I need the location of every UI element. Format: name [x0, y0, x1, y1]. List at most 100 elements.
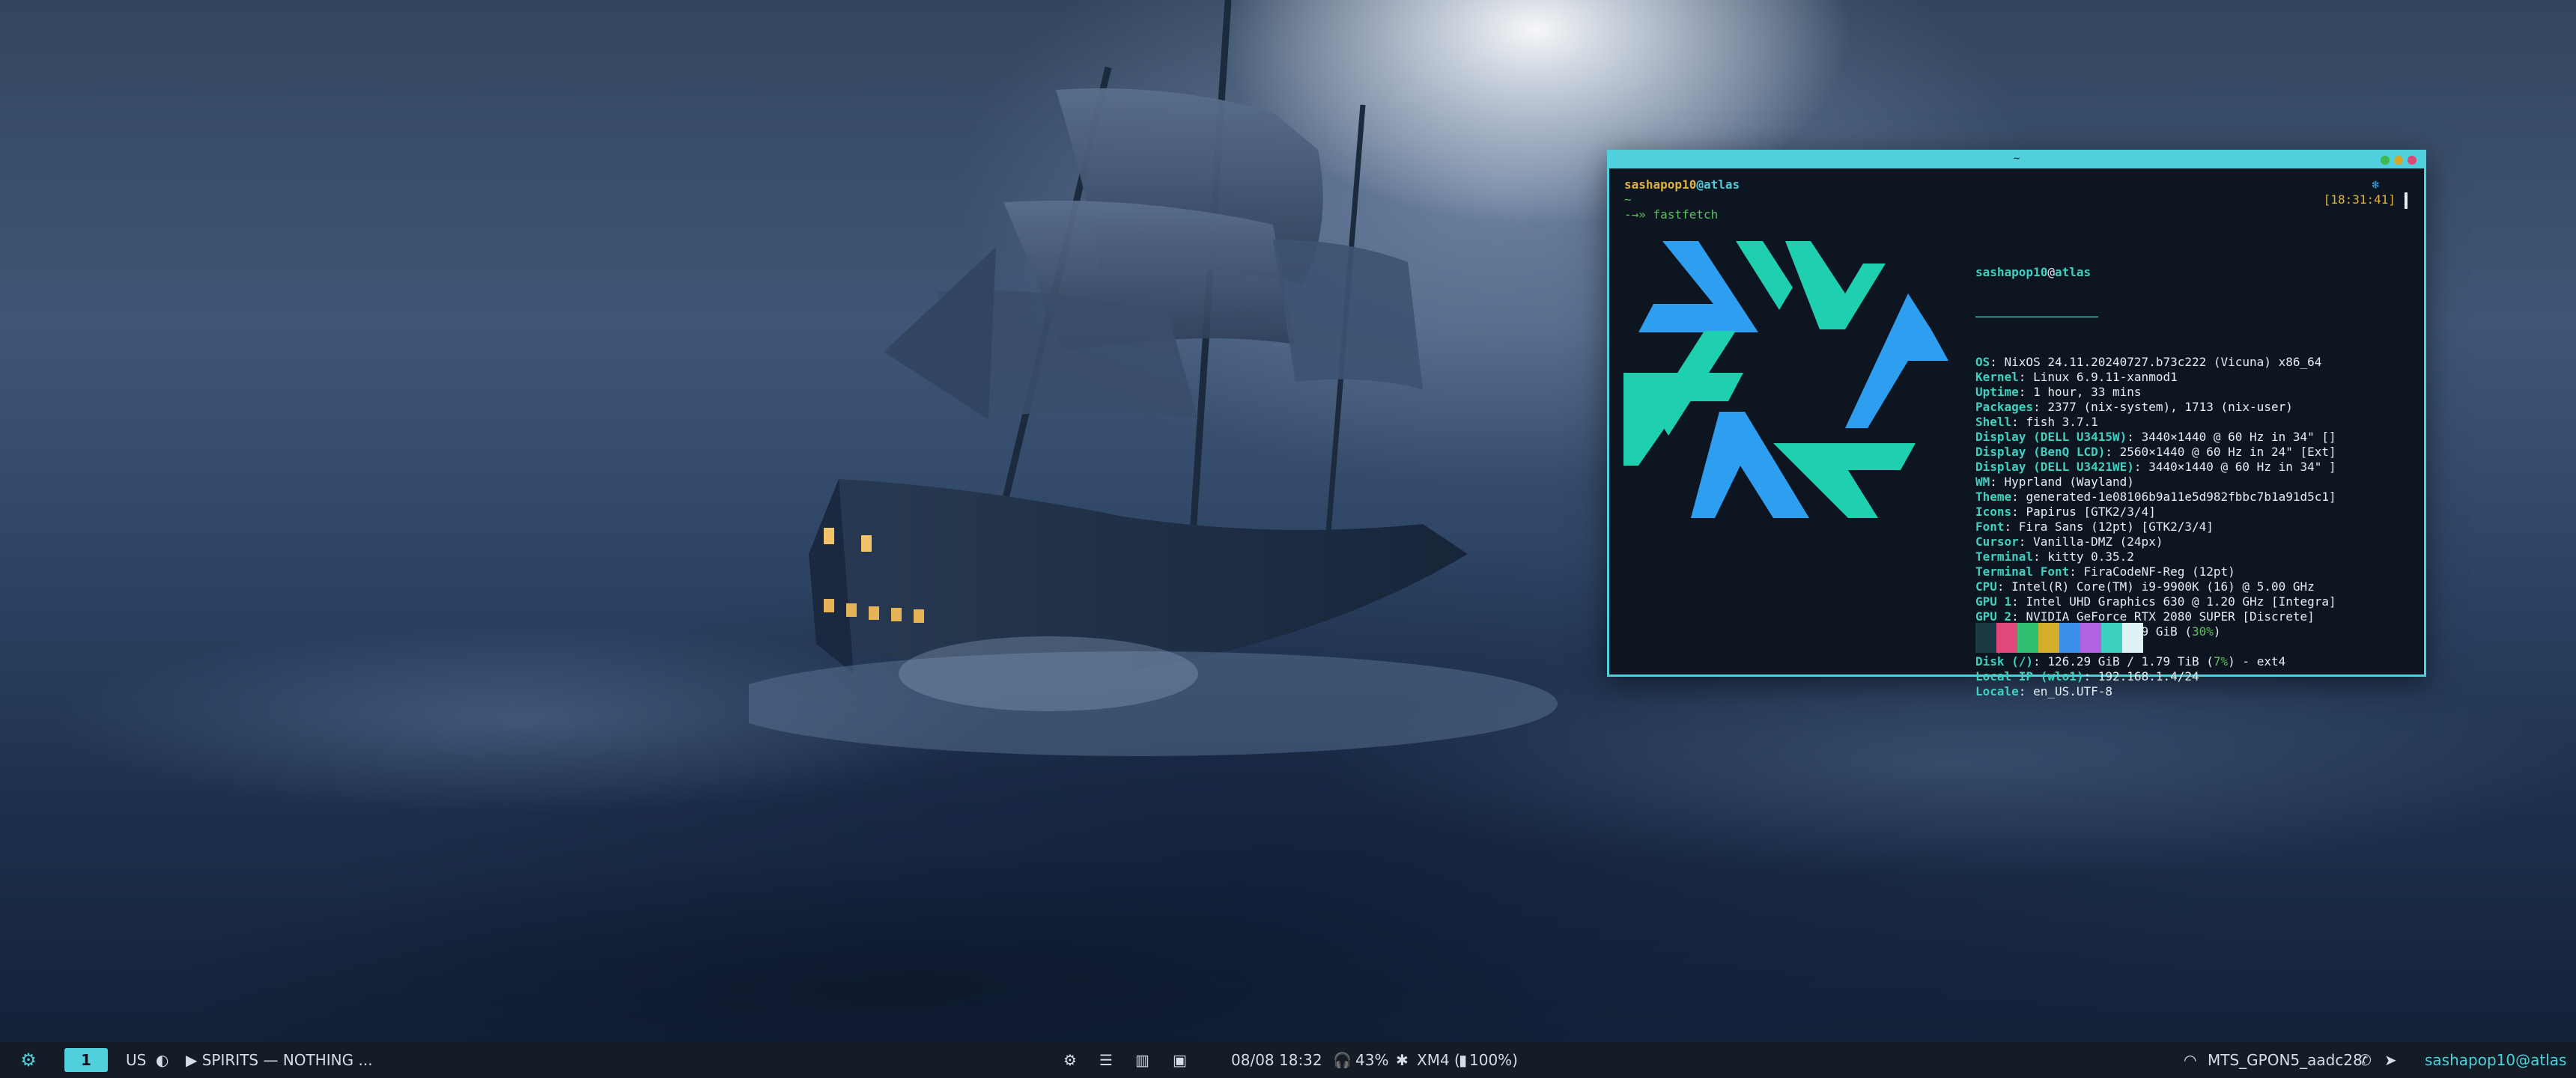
info-value: : Hyprland (Wayland) — [1990, 475, 2134, 489]
info-row: CPU: Intel(R) Core(TM) i9-9900K (16) @ 5… — [1975, 579, 2336, 594]
info-key: Local IP (wlo1) — [1975, 669, 2084, 683]
bluetooth-icon: ✱ — [1396, 1051, 1409, 1069]
info-value: : kitty 0.35.2 — [2033, 549, 2134, 564]
palette-swatch — [2080, 623, 2101, 653]
palette-swatch — [2038, 623, 2059, 653]
info-user: sashapop10 — [1975, 265, 2048, 279]
info-host: atlas — [2054, 265, 2092, 279]
info-percent: 7% — [2213, 654, 2229, 669]
wifi-network[interactable]: MTS_GPON5_aadc28 — [2208, 1042, 2363, 1078]
prompt-arrow: -→» — [1624, 207, 1646, 222]
info-percent: 30% — [2191, 624, 2214, 639]
logo-lambda-teal-1 — [1785, 241, 1886, 329]
prompt-at: @ — [1696, 177, 1704, 192]
maximize-button[interactable] — [2381, 156, 2390, 165]
palette-swatch — [2122, 623, 2143, 653]
menu-icon[interactable]: ☰ — [1099, 1042, 1113, 1078]
close-button[interactable] — [2408, 156, 2416, 165]
gear-icon: ⚙ — [20, 1050, 37, 1071]
info-value: : 3440×1440 @ 60 Hz in 34" ] — [2133, 460, 2336, 474]
info-row: Display (DELL U3415W): 3440×1440 @ 60 Hz… — [1975, 430, 2336, 445]
info-key: Theme — [1975, 490, 2012, 504]
theme-toggle-icon[interactable]: ◐ — [156, 1042, 168, 1078]
info-value: : 2377 (nix-system), 1713 (nix-user) — [2033, 400, 2293, 414]
info-at: @ — [2047, 265, 2055, 279]
terminal-titlebar[interactable]: ~ — [1609, 152, 2424, 168]
bluetooth-device[interactable]: XM4 ( — [1417, 1042, 1460, 1078]
palette-swatch — [1975, 623, 1996, 653]
prompt-clock: ❄ [18:31:41] — [2324, 177, 2396, 207]
user-host[interactable]: sashapop10@atlas — [2425, 1042, 2566, 1078]
media-player[interactable]: ▶ SPIRITS — NOTHING ... — [186, 1042, 373, 1078]
logo-lambda-blue-3 — [1691, 412, 1809, 518]
palette-swatch — [2017, 623, 2038, 653]
phone-icon[interactable]: ▣ — [1173, 1042, 1187, 1078]
info-row: Terminal Font: FiraCodeNF-Reg (12pt) — [1975, 564, 2336, 579]
info-value: : Linux 6.9.11-xanmod1 — [2018, 370, 2178, 384]
info-key: Packages — [1975, 400, 2034, 414]
info-key: Icons — [1975, 505, 2012, 519]
logo-lambda-blue — [1638, 241, 1758, 332]
keyboard-layout[interactable]: US — [126, 1042, 146, 1078]
info-key: Locale — [1975, 684, 2019, 698]
info-key: Disk (/) — [1975, 654, 2034, 669]
info-key: GPU 2 — [1975, 609, 2012, 624]
clock-text: [18:31:41] — [2323, 192, 2396, 207]
info-key: Display (BenQ LCD) — [1975, 445, 2106, 459]
info-row: Disk (/): 126.29 GiB / 1.79 TiB (7%) - e… — [1975, 654, 2336, 669]
info-value: : Vanilla-DMZ (24px) — [2018, 535, 2163, 549]
minimize-button[interactable] — [2394, 156, 2403, 165]
text-cursor — [2405, 192, 2408, 209]
info-tail: ) — [2213, 624, 2221, 639]
snowflake-icon: ❄ — [2372, 177, 2379, 192]
info-key: Shell — [1975, 415, 2012, 429]
info-row: WM: Hyprland (Wayland) — [1975, 475, 2336, 490]
info-value: : FiraCodeNF-Reg (12pt) — [2069, 564, 2235, 579]
info-value: : NVIDIA GeForce RTX 2080 SUPER [Discret… — [2011, 609, 2315, 624]
info-value: : NixOS 24.11.20240727.b73c222 (Vicuna) … — [1990, 355, 2322, 369]
launcher-button[interactable]: ⚙ — [16, 1042, 40, 1078]
info-key: WM — [1975, 475, 1990, 489]
headphones-volume[interactable]: 43% — [1355, 1042, 1388, 1078]
info-title: sashapop10@atlas — [1975, 265, 2336, 280]
logo-lambda-teal-2 — [1736, 241, 1793, 310]
info-row: GPU 1: Intel UHD Graphics 630 @ 1.20 GHz… — [1975, 594, 2336, 609]
info-row: Local IP (wlo1): 192.168.1.4/24 — [1975, 669, 2336, 684]
info-row: Packages: 2377 (nix-system), 1713 (nix-u… — [1975, 400, 2336, 415]
battery-icon: ▮ — [1459, 1051, 1468, 1069]
palette-swatch — [2059, 623, 2080, 653]
info-key: CPU — [1975, 579, 1997, 594]
palette-swatch — [2101, 623, 2122, 653]
phone-call-icon[interactable]: ✆ — [2359, 1042, 2372, 1078]
status-bar: ⚙ 1 US ◐ ▶ SPIRITS — NOTHING ... ⚙ ☰ ▥ ▣… — [0, 1042, 2576, 1078]
info-value: : 126.29 GiB / 1.79 TiB ( — [2033, 654, 2214, 669]
info-row: Display (BenQ LCD): 2560×1440 @ 60 Hz in… — [1975, 445, 2336, 460]
info-row: Uptime: 1 hour, 33 mins — [1975, 385, 2336, 400]
info-tail: ) - ext4 — [2228, 654, 2286, 669]
workspace-1[interactable]: 1 — [64, 1048, 108, 1072]
info-value: : Intel UHD Graphics 630 @ 1.20 GHz [Int… — [2011, 594, 2336, 609]
wifi-icon[interactable]: ◠ — [2184, 1042, 2196, 1078]
info-separator: ───────────────── — [1975, 310, 2098, 324]
info-key: Terminal Font — [1975, 564, 2070, 579]
headphones-icon[interactable]: 🎧 — [1333, 1042, 1352, 1078]
command-text: fastfetch — [1653, 207, 1719, 222]
info-key: OS — [1975, 355, 1990, 369]
info-value: : 2560×1440 @ 60 Hz in 24" [Ext] — [2105, 445, 2336, 459]
info-value: : fish 3.7.1 — [2011, 415, 2098, 429]
info-row: Cursor: Vanilla-DMZ (24px) — [1975, 535, 2336, 549]
info-row: Icons: Papirus [GTK2/3/4] — [1975, 505, 2336, 520]
clipboard-icon[interactable]: ▥ — [1135, 1042, 1149, 1078]
prompt-line-2: ~ — [1624, 192, 2409, 207]
color-palette — [1975, 623, 2143, 653]
info-key: Uptime — [1975, 385, 2019, 399]
prompt-user: sashapop10 — [1624, 177, 1697, 192]
palette-swatch — [1996, 623, 2017, 653]
telegram-icon[interactable]: ➤ — [2384, 1042, 2397, 1078]
date-time[interactable]: 08/08 18:32 — [1231, 1042, 1322, 1078]
terminal-title: ~ — [2013, 153, 2020, 165]
info-row: GPU 2: NVIDIA GeForce RTX 2080 SUPER [Di… — [1975, 609, 2336, 624]
bluetooth-battery: 100%) — [1469, 1051, 1518, 1069]
settings-icon[interactable]: ⚙ — [1063, 1042, 1077, 1078]
info-row: Terminal: kitty 0.35.2 — [1975, 549, 2336, 564]
